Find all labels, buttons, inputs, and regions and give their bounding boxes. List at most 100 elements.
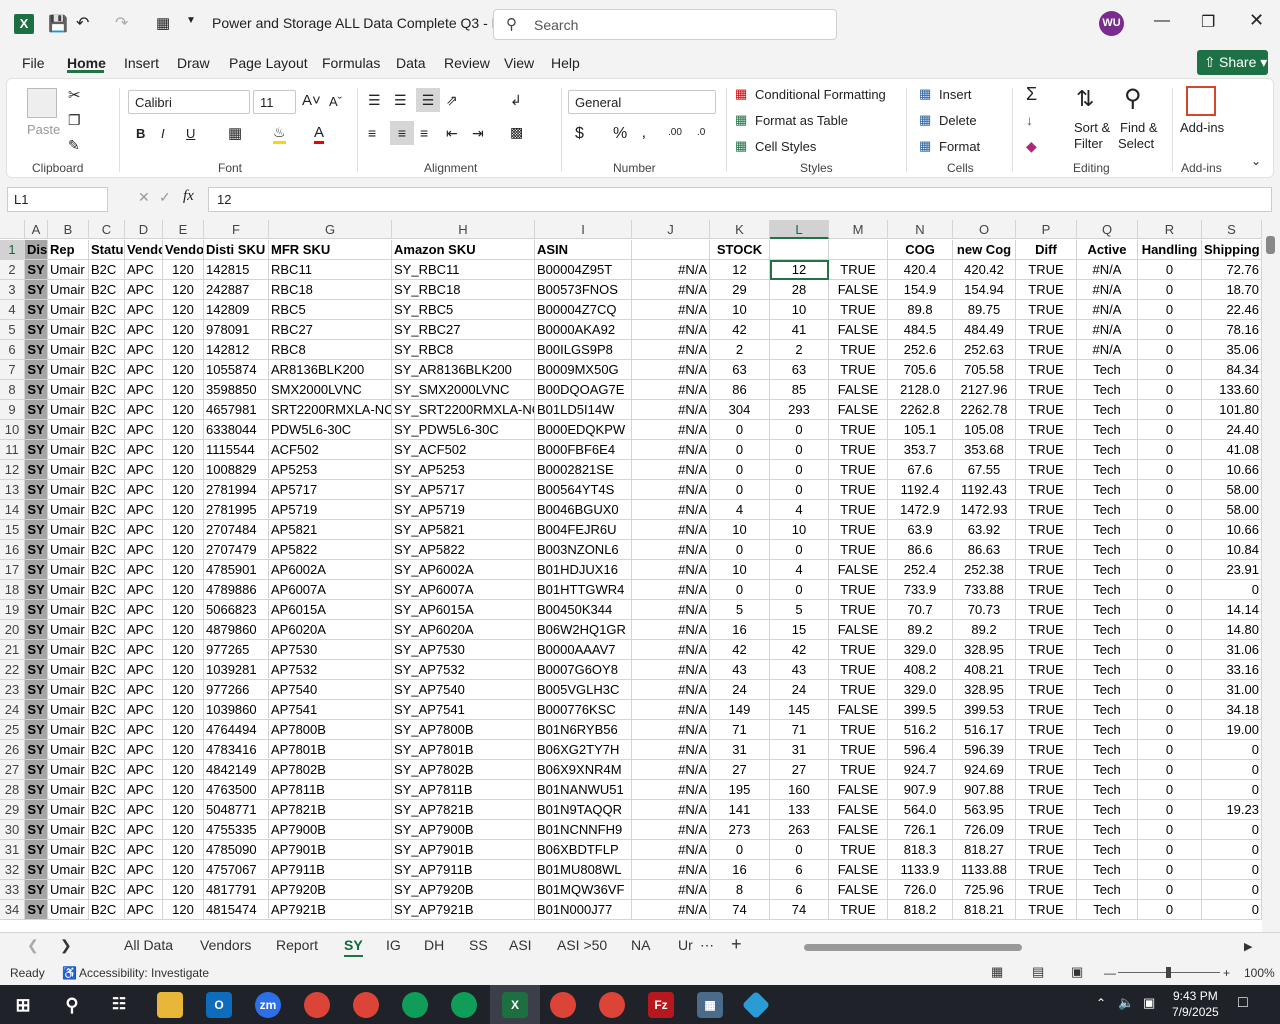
table-cell[interactable]: SY_AP7920B bbox=[392, 880, 535, 900]
table-cell[interactable]: AP7801B bbox=[269, 740, 392, 760]
delete-cells-button[interactable]: Delete bbox=[939, 113, 977, 128]
table-cell[interactable]: 23.91 bbox=[1202, 560, 1262, 580]
table-cell[interactable]: Tech bbox=[1077, 800, 1138, 820]
table-cell[interactable]: B2C bbox=[89, 300, 125, 320]
table-cell[interactable]: SY bbox=[25, 580, 48, 600]
table-cell[interactable]: TRUE bbox=[1016, 460, 1077, 480]
table-cell[interactable]: 0 bbox=[1138, 420, 1202, 440]
table-cell[interactable]: 252.63 bbox=[953, 340, 1016, 360]
table-cell[interactable]: 14.80 bbox=[1202, 620, 1262, 640]
table-cell[interactable]: AP6020A bbox=[269, 620, 392, 640]
table-cell[interactable]: 0 bbox=[710, 840, 770, 860]
table-cell[interactable]: TRUE bbox=[829, 760, 888, 780]
table-cell[interactable]: 16 bbox=[710, 860, 770, 880]
table-cell[interactable]: B2C bbox=[89, 560, 125, 580]
table-cell[interactable]: 78.16 bbox=[1202, 320, 1262, 340]
column-header-A[interactable]: A bbox=[25, 220, 48, 239]
table-cell[interactable]: AP7802B bbox=[269, 760, 392, 780]
font-name-select[interactable]: Calibri bbox=[128, 90, 250, 114]
table-cell[interactable]: 22.46 bbox=[1202, 300, 1262, 320]
tab-sheet[interactable]: ASI bbox=[509, 937, 532, 953]
table-cell[interactable]: #N/A bbox=[632, 900, 710, 920]
table-cell[interactable]: TRUE bbox=[1016, 720, 1077, 740]
table-cell[interactable]: TRUE bbox=[829, 500, 888, 520]
table-cell[interactable]: Umair bbox=[48, 800, 89, 820]
table-cell[interactable]: SY_AP7540 bbox=[392, 680, 535, 700]
tab-sheet[interactable]: IG bbox=[386, 937, 401, 953]
cell-styles-button[interactable]: Cell Styles bbox=[755, 139, 816, 154]
table-cell[interactable]: APC bbox=[125, 500, 163, 520]
table-cell[interactable]: B0007G6OY8 bbox=[535, 660, 632, 680]
table-cell[interactable]: 142815 bbox=[204, 260, 269, 280]
table-cell[interactable]: RBC11 bbox=[269, 260, 392, 280]
table-cell[interactable]: 41.08 bbox=[1202, 440, 1262, 460]
table-cell[interactable]: 924.69 bbox=[953, 760, 1016, 780]
table-cell[interactable]: B2C bbox=[89, 820, 125, 840]
table-cell[interactable]: TRUE bbox=[1016, 400, 1077, 420]
table-cell[interactable]: SY bbox=[25, 880, 48, 900]
table-cell[interactable]: TRUE bbox=[1016, 800, 1077, 820]
table-cell[interactable]: 0 bbox=[1202, 880, 1262, 900]
table-cell[interactable]: Tech bbox=[1077, 680, 1138, 700]
table-cell[interactable]: B2C bbox=[89, 880, 125, 900]
table-cell[interactable]: B01NANWU51 bbox=[535, 780, 632, 800]
table-cell[interactable]: SY_AP6015A bbox=[392, 600, 535, 620]
table-cell[interactable]: 399.5 bbox=[888, 700, 953, 720]
table-cell[interactable]: #N/A bbox=[632, 600, 710, 620]
table-cell[interactable]: 105.1 bbox=[888, 420, 953, 440]
table-cell[interactable]: 907.88 bbox=[953, 780, 1016, 800]
menu-formulas[interactable]: Formulas bbox=[322, 55, 380, 71]
table-cell[interactable]: B2C bbox=[89, 520, 125, 540]
table-cell[interactable]: 0 bbox=[1202, 840, 1262, 860]
table-cell[interactable]: 328.95 bbox=[953, 680, 1016, 700]
table-cell[interactable]: 105.08 bbox=[953, 420, 1016, 440]
table-cell[interactable]: TRUE bbox=[1016, 520, 1077, 540]
table-cell[interactable]: FALSE bbox=[829, 820, 888, 840]
table-cell[interactable]: 0 bbox=[1202, 580, 1262, 600]
table-cell[interactable]: 0 bbox=[710, 460, 770, 480]
table-cell[interactable]: 564.0 bbox=[888, 800, 953, 820]
table-cell[interactable]: Tech bbox=[1077, 480, 1138, 500]
table-cell[interactable]: Umair bbox=[48, 440, 89, 460]
table-cell[interactable]: #N/A bbox=[632, 720, 710, 740]
table-cell[interactable]: 67.55 bbox=[953, 460, 1016, 480]
table-cell[interactable]: SY bbox=[25, 720, 48, 740]
app-icon[interactable] bbox=[741, 990, 771, 1020]
align-left-icon[interactable]: ≡ bbox=[368, 125, 376, 141]
table-cell[interactable]: 818.3 bbox=[888, 840, 953, 860]
table-cell[interactable]: TRUE bbox=[1016, 760, 1077, 780]
table-cell[interactable]: 145 bbox=[770, 700, 829, 720]
table-cell[interactable]: AP5821 bbox=[269, 520, 392, 540]
table-cell[interactable]: Tech bbox=[1077, 520, 1138, 540]
table-cell[interactable]: 408.2 bbox=[888, 660, 953, 680]
table-cell[interactable]: SY bbox=[25, 560, 48, 580]
zoom-slider-handle[interactable] bbox=[1166, 967, 1171, 978]
table-cell[interactable]: 0 bbox=[770, 460, 829, 480]
table-cell[interactable]: 10 bbox=[710, 520, 770, 540]
table-cell[interactable]: 420.42 bbox=[953, 260, 1016, 280]
table-cell[interactable]: 29 bbox=[710, 280, 770, 300]
table-cell[interactable]: SY_AP7900B bbox=[392, 820, 535, 840]
scroll-right-icon[interactable]: ▶ bbox=[1244, 940, 1252, 953]
table-cell[interactable]: TRUE bbox=[1016, 860, 1077, 880]
table-cell[interactable]: SY bbox=[25, 900, 48, 920]
table-cell[interactable]: 484.5 bbox=[888, 320, 953, 340]
table-cell[interactable]: 6 bbox=[770, 860, 829, 880]
table-cell[interactable]: AP7530 bbox=[269, 640, 392, 660]
table-cell[interactable]: #N/A bbox=[632, 800, 710, 820]
table-cell[interactable]: 0 bbox=[1138, 860, 1202, 880]
table-cell[interactable]: 31.06 bbox=[1202, 640, 1262, 660]
table-cell[interactable]: B2C bbox=[89, 460, 125, 480]
table-cell[interactable]: 120 bbox=[163, 740, 204, 760]
header-cell[interactable]: Shipping bbox=[1202, 240, 1262, 260]
table-cell[interactable]: 420.4 bbox=[888, 260, 953, 280]
name-box[interactable]: L1 bbox=[7, 187, 108, 212]
table-cell[interactable]: B2C bbox=[89, 700, 125, 720]
table-cell[interactable]: SY bbox=[25, 300, 48, 320]
table-cell[interactable]: RBC5 bbox=[269, 300, 392, 320]
table-cell[interactable]: Tech bbox=[1077, 780, 1138, 800]
table-cell[interactable]: 4785090 bbox=[204, 840, 269, 860]
header-cell[interactable] bbox=[829, 240, 888, 260]
table-cell[interactable]: APC bbox=[125, 340, 163, 360]
table-cell[interactable]: SY bbox=[25, 680, 48, 700]
